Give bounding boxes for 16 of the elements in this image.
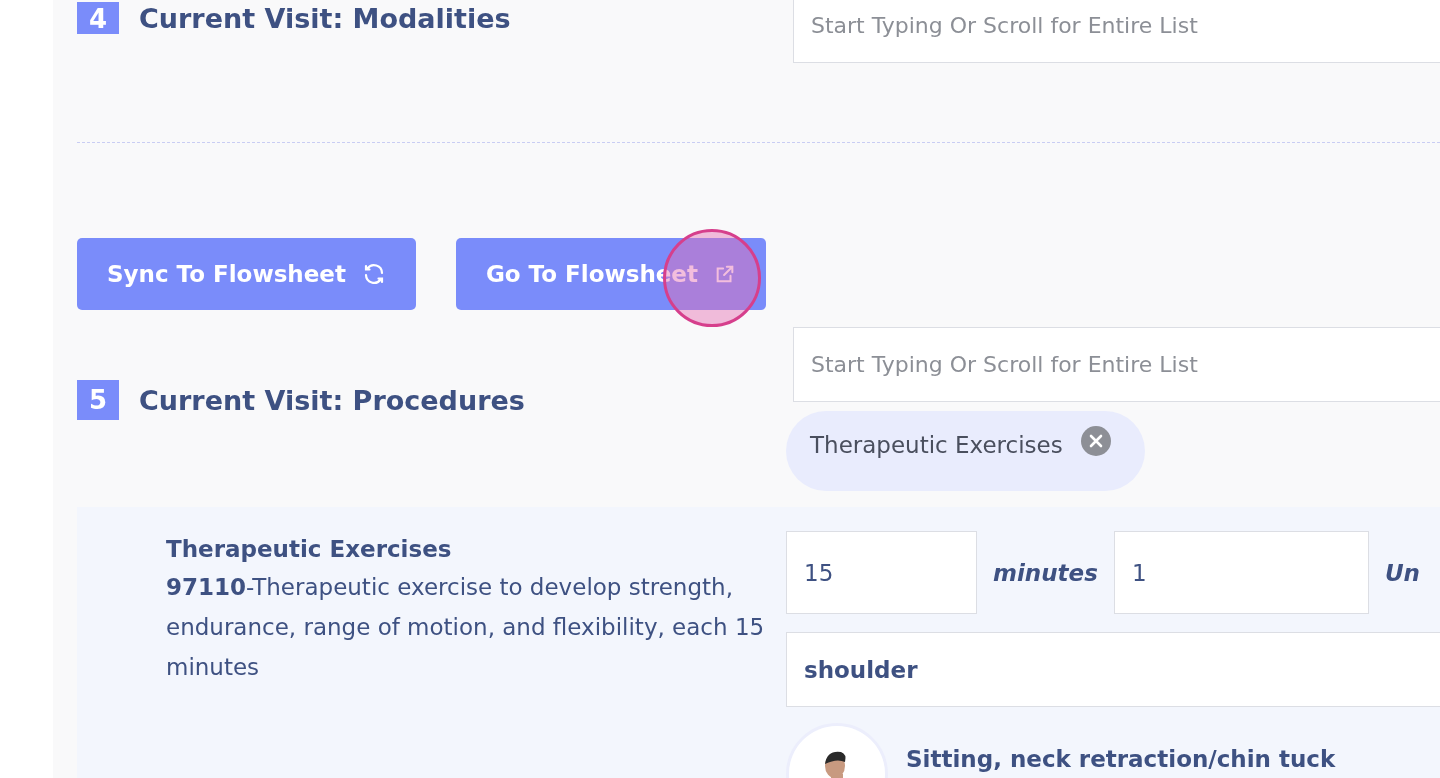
- section-title: Current Visit: Modalities: [139, 2, 511, 34]
- procedure-description: 97110-Therapeutic exercise to develop strength, endurance, range of motion, and flexibility, each 15 minutes: [166, 573, 766, 682]
- exercise-name[interactable]: Sitting, neck retraction/chin tuck: [906, 746, 1336, 772]
- minutes-label: minutes: [993, 559, 1098, 586]
- search-field[interactable]: Start Typing Or Scroll for Entire List: [793, 327, 1440, 402]
- procedure-name: Therapeutic Exercises: [166, 535, 453, 564]
- section-title: Current Visit: Procedures: [139, 384, 525, 416]
- search-field[interactable]: Start Typing Or Scroll for Entire List: [793, 0, 1440, 63]
- section-number: 5: [77, 380, 119, 420]
- remove-icon[interactable]: [1080, 426, 1111, 456]
- section-number: 4: [77, 2, 119, 34]
- units-label: Un: [1384, 559, 1420, 586]
- units-field[interactable]: 1: [1113, 531, 1369, 614]
- location-field[interactable]: shoulder: [786, 632, 1440, 707]
- minutes-field[interactable]: 15: [786, 531, 977, 614]
- tag-label: Therapeutic Exercises: [810, 432, 1063, 458]
